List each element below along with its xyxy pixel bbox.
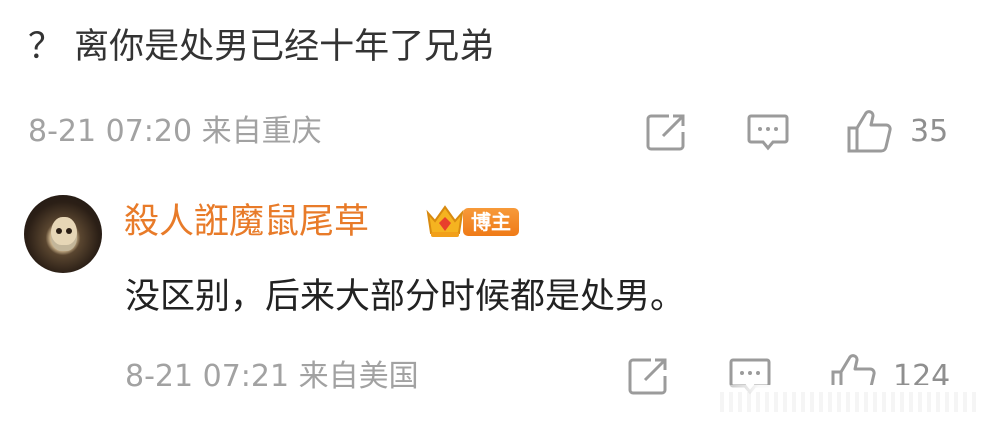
- comment-text: ？ 离你是处男已经十年了兄弟: [28, 27, 495, 67]
- username[interactable]: 殺人誑魔鼠尾草: [124, 198, 369, 246]
- avatar[interactable]: [24, 195, 102, 273]
- badge-label: 博主: [463, 208, 519, 236]
- share-icon[interactable]: [645, 112, 689, 152]
- comment-meta: 8-21 07:21 来自美国: [125, 359, 419, 394]
- comment-meta: 8-21 07:20 来自重庆: [28, 114, 322, 149]
- comment-text: 没区别，后来大部分时候都是处男。: [125, 277, 686, 317]
- avatar-eye: [66, 228, 72, 234]
- avatar-eye: [56, 228, 62, 234]
- thumbs-up-icon[interactable]: [846, 108, 892, 154]
- avatar-mask: [51, 217, 77, 251]
- like-count: 35: [910, 114, 949, 149]
- share-icon[interactable]: [627, 356, 671, 396]
- comment-icon[interactable]: [746, 112, 790, 154]
- blogger-badge: 博主: [425, 203, 520, 239]
- crown-icon: [426, 205, 464, 237]
- watermark-overlay: [720, 392, 980, 412]
